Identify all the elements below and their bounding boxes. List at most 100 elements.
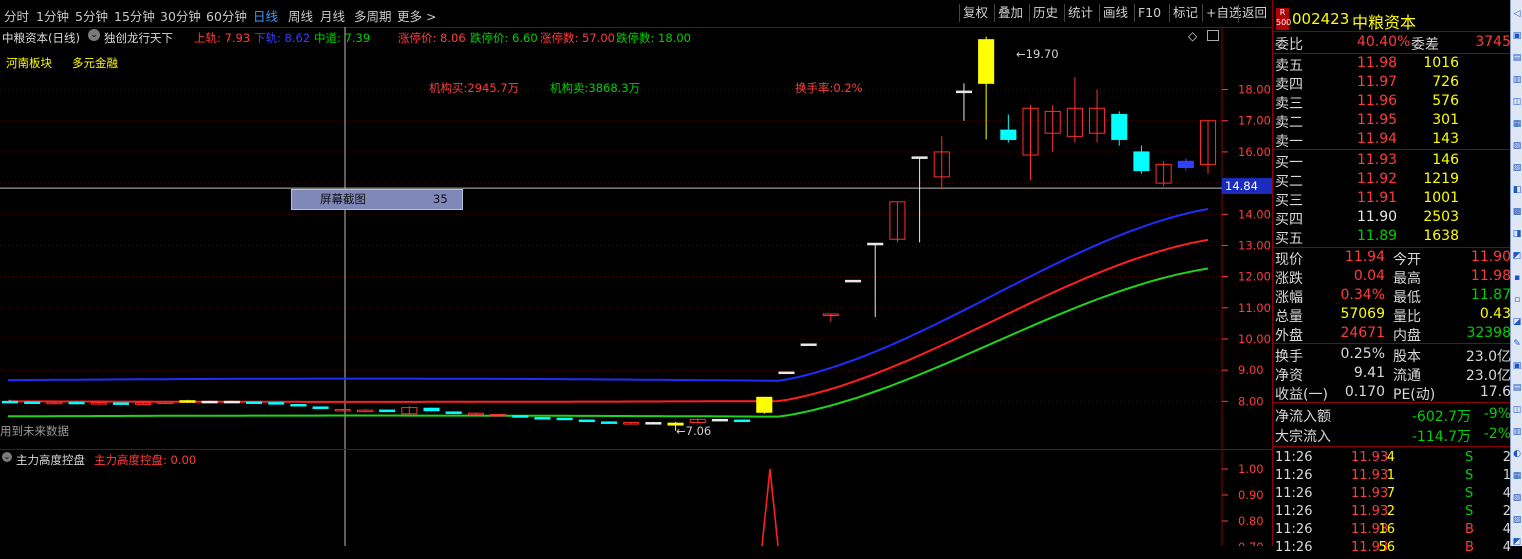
sidebar-tool-icon[interactable]: ▪ bbox=[1512, 272, 1522, 284]
quote-value: 11.94 bbox=[1344, 249, 1385, 265]
candle-body-0 bbox=[1, 400, 19, 404]
quote-panel: R 500 002423 中粮资本 委比 40.40% 委差 3745 卖五 11… bbox=[1272, 0, 1511, 555]
candle-body-24 bbox=[534, 417, 551, 420]
bid-label: 买四 bbox=[1275, 212, 1303, 228]
weibi-row: 委比 40.40% 委差 3745 bbox=[1275, 34, 1511, 53]
candle-body-1 bbox=[24, 401, 41, 404]
sidebar-tool-icon[interactable]: ▨ bbox=[1512, 514, 1522, 526]
flow-pct: -9% bbox=[1483, 406, 1511, 422]
candle-body-19 bbox=[423, 407, 440, 412]
sidebar-tool-icon[interactable]: ▧ bbox=[1512, 140, 1522, 152]
tick-price: 11.93 bbox=[1351, 468, 1389, 483]
toolbar-button-8[interactable]: 返回 bbox=[1238, 4, 1270, 22]
bid-row-0: 买一 11.93 146 bbox=[1273, 152, 1511, 171]
tick-time: 11:26 bbox=[1275, 450, 1313, 465]
sidebar-tool-icon[interactable]: ◐ bbox=[1512, 448, 1522, 460]
candle-body-13 bbox=[290, 403, 307, 407]
sidebar-tool-icon[interactable]: ◨ bbox=[1512, 228, 1522, 240]
tick-volume: 16 bbox=[1378, 522, 1395, 537]
sidebar-tool-icon[interactable]: ◫ bbox=[1512, 96, 1522, 108]
sidebar-tool-icon[interactable]: ▣ bbox=[1512, 30, 1522, 42]
ask-price: 11.97 bbox=[1357, 74, 1398, 90]
sidebar-tool-icon[interactable]: ◁ bbox=[1512, 8, 1522, 20]
sub-tick-label-3: 0.70 bbox=[1238, 540, 1264, 546]
toolbar-button-2[interactable]: 历史 bbox=[1029, 4, 1061, 22]
window-icon[interactable] bbox=[1207, 30, 1219, 41]
sidebar-tool-icon[interactable]: ▣ bbox=[1512, 360, 1522, 372]
period-tab-2[interactable]: 5分钟 bbox=[75, 6, 108, 25]
price-tick-label-7: 11.00 bbox=[1238, 301, 1271, 315]
period-tab-5[interactable]: 60分钟 bbox=[206, 6, 247, 25]
bid-row-3: 买四 11.90 2503 bbox=[1273, 209, 1511, 228]
quote-value: 0.34% bbox=[1340, 287, 1385, 303]
bid-label: 买三 bbox=[1275, 193, 1303, 209]
sidebar-tool-icon[interactable]: ▥ bbox=[1512, 74, 1522, 86]
candle-body-27 bbox=[600, 421, 618, 424]
sidebar-tool-icon[interactable]: ◩ bbox=[1512, 536, 1522, 548]
ask-row-2: 卖三 11.96 576 bbox=[1273, 93, 1511, 112]
sidebar-tool-icon[interactable]: ◫ bbox=[1512, 404, 1522, 416]
fund-value-2: 23.0亿 bbox=[1465, 349, 1511, 365]
candle-body-8 bbox=[179, 400, 196, 403]
sidebar-tool-icon[interactable]: ▩ bbox=[1512, 206, 1522, 218]
sidebar-tool-icon[interactable]: ▥ bbox=[1512, 426, 1522, 438]
period-tab-8[interactable]: 月线 bbox=[320, 6, 345, 25]
fund-value: 0.170 bbox=[1344, 384, 1385, 400]
sector-henan[interactable]: 河南板块 bbox=[6, 55, 52, 71]
toolbar-button-3[interactable]: 统计 bbox=[1064, 4, 1096, 22]
quote-value-2: 11.87 bbox=[1470, 287, 1511, 303]
turnover-rate: 换手率:0.2% bbox=[795, 81, 863, 95]
toolbar-button-1[interactable]: 叠加 bbox=[994, 4, 1026, 22]
sidebar-tool-icon[interactable]: ▦ bbox=[1512, 118, 1522, 130]
sidebar-tool-icon[interactable]: ◪ bbox=[1512, 316, 1522, 328]
legend-limit-up-count: 涨停数: 57.00 bbox=[540, 31, 615, 45]
ask-price: 11.95 bbox=[1357, 112, 1398, 128]
toolbar-button-4[interactable]: 画线 bbox=[1099, 4, 1131, 22]
tick-time: 11:26 bbox=[1275, 522, 1313, 537]
candle-body-5 bbox=[112, 402, 129, 405]
ask-label: 卖一 bbox=[1275, 134, 1303, 150]
indicator-settings-icon[interactable]: ⌄ bbox=[88, 29, 100, 41]
price-tick-label-8: 10.00 bbox=[1238, 332, 1271, 346]
toolbar-button-0[interactable]: 复权 bbox=[959, 4, 991, 22]
period-tab-1[interactable]: 1分钟 bbox=[36, 6, 69, 25]
candle-body-33 bbox=[734, 419, 751, 423]
candle-body-38 bbox=[844, 279, 862, 283]
sidebar-tool-icon[interactable]: ▤ bbox=[1512, 382, 1522, 394]
expand-icon[interactable]: ◇ bbox=[1188, 29, 1197, 43]
sidebar-tool-icon[interactable]: ▨ bbox=[1512, 162, 1522, 174]
price-tick-label-9: 9.00 bbox=[1238, 363, 1264, 377]
sidebar-tool-icon[interactable]: ▦ bbox=[1512, 470, 1522, 482]
tick-row-2: 11:26 11.93 7 S 4 bbox=[1273, 486, 1511, 505]
tick-time: 11:26 bbox=[1275, 486, 1313, 501]
candle-body-41 bbox=[911, 156, 928, 159]
sidebar-tool-icon[interactable]: ◧ bbox=[1512, 184, 1522, 196]
candle-body-39 bbox=[867, 242, 884, 246]
kline-svg[interactable]: 18.0017.0016.0015.0014.0013.0012.0011.00… bbox=[0, 27, 1272, 546]
candle-body-36 bbox=[800, 343, 817, 346]
high-price-mark: ←19.70 bbox=[1016, 47, 1059, 61]
legend-mid: 中道: 7.39 bbox=[314, 31, 371, 45]
toolbar-button-5[interactable]: F10 bbox=[1134, 4, 1164, 22]
period-tab-10[interactable]: 更多 > bbox=[397, 6, 436, 25]
quote-row-1: 涨跌 0.04 最高 11.98 bbox=[1273, 268, 1511, 287]
sector-finance[interactable]: 多元金融 bbox=[72, 55, 118, 71]
period-tab-7[interactable]: 周线 bbox=[288, 6, 313, 25]
sidebar-tool-icon[interactable]: ▫ bbox=[1512, 294, 1522, 306]
toolbar-button-6[interactable]: 标记 bbox=[1169, 4, 1201, 22]
sidebar-tool-icon[interactable]: ✎ bbox=[1512, 338, 1522, 350]
period-tab-9[interactable]: 多周期 bbox=[354, 6, 392, 25]
right-tool-sidebar: ◁ ▣ ▤ ▥ ◫ ▦ ▧ ▨ ◧ ▩ ◨ ◩ ▪ ▫ ◪ ✎ ▣ ▤ ◫ ▥ ◐ ▦ ▧ ▨ ◩ bbox=[1510, 0, 1522, 548]
sidebar-tool-icon[interactable]: ▧ bbox=[1512, 492, 1522, 504]
sidebar-tool-icon[interactable]: ▤ bbox=[1512, 52, 1522, 64]
period-tab-4[interactable]: 30分钟 bbox=[160, 6, 201, 25]
period-tab-3[interactable]: 15分钟 bbox=[114, 6, 155, 25]
stock-title: 中粮资本(日线) bbox=[2, 31, 80, 45]
sidebar-tool-icon[interactable]: ◩ bbox=[1512, 250, 1522, 262]
legend-upper: 上轨: 7.93 bbox=[194, 31, 251, 45]
sub-indicator-settings-icon[interactable]: ⌄ bbox=[2, 452, 12, 462]
kline-chart[interactable]: 18.0017.0016.0015.0014.0013.0012.0011.00… bbox=[0, 27, 1272, 546]
period-tab-0[interactable]: 分时 bbox=[4, 6, 29, 25]
ask-volume: 576 bbox=[1432, 93, 1459, 109]
period-tab-6[interactable]: 日线 bbox=[253, 6, 278, 25]
